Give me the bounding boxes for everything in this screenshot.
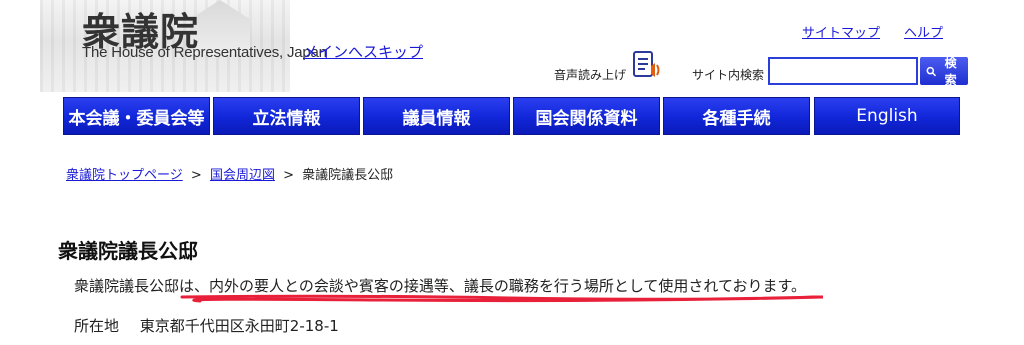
sitemap-link[interactable]: サイトマップ xyxy=(802,22,880,41)
nav-item-diet-materials[interactable]: 国会関係資料 xyxy=(513,97,660,135)
speech-label: 音声読み上げ xyxy=(554,68,627,82)
search-icon xyxy=(926,66,937,76)
breadcrumb-separator: > xyxy=(190,168,202,183)
nav-item-english[interactable]: English xyxy=(814,97,960,135)
help-link[interactable]: ヘルプ xyxy=(904,22,943,41)
site-header: 衆議院 The House of Representatives, Japan … xyxy=(0,0,1024,95)
nav-item-procedures[interactable]: 各種手続 xyxy=(663,97,810,135)
address-label: 所在地 xyxy=(74,317,120,335)
address-line: 所在地 東京都千代田区永田町2-18-1 xyxy=(74,315,339,336)
skip-to-main-link[interactable]: メインへスキップ xyxy=(303,41,423,62)
nav-item-plenary[interactable]: 本会議・委員会等 xyxy=(63,97,210,135)
site-search-input[interactable] xyxy=(768,57,918,85)
search-button-label: 検索 xyxy=(944,56,957,87)
nav-item-legislation[interactable]: 立法情報 xyxy=(213,97,360,135)
red-underline-annotation xyxy=(180,294,824,303)
breadcrumb-current: 衆議院議長公邸 xyxy=(302,168,394,183)
breadcrumb: 衆議院トップページ > 国会周辺図 > 衆議院議長公邸 xyxy=(66,164,393,183)
breadcrumb-separator: > xyxy=(283,168,294,183)
site-search-label: サイト内検索 xyxy=(692,68,765,82)
breadcrumb-home-link[interactable]: 衆議院トップページ xyxy=(66,168,183,183)
address-value: 東京都千代田区永田町2-18-1 xyxy=(139,317,339,335)
speech-readout-icon[interactable] xyxy=(631,50,663,82)
nav-item-members[interactable]: 議員情報 xyxy=(363,97,510,135)
breadcrumb-map-link[interactable]: 国会周辺図 xyxy=(210,168,275,183)
search-button[interactable]: 検索 xyxy=(920,56,968,87)
page-title: 衆議院議長公邸 xyxy=(58,239,198,263)
site-logo-english: The House of Representatives, Japan xyxy=(82,44,327,61)
